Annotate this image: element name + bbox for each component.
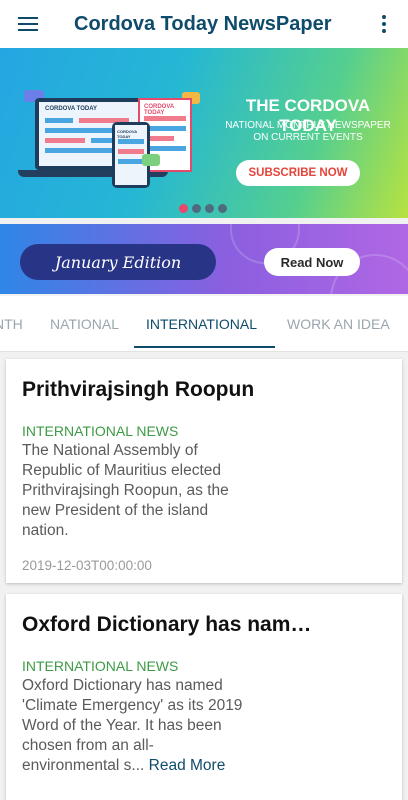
category-tabs: NTH NATIONAL INTERNATIONAL WORK AN IDEA <box>0 296 408 352</box>
chat-bubble-icon <box>142 154 160 166</box>
edition-banner[interactable]: January Edition Read Now <box>0 224 408 294</box>
read-now-button[interactable]: Read Now <box>264 248 360 276</box>
hamburger-icon <box>18 17 38 31</box>
tab-month[interactable]: NTH <box>0 296 23 351</box>
article-card[interactable]: Oxford Dictionary has named 'Climate Eme… <box>6 594 402 800</box>
subscribe-button[interactable]: SUBSCRIBE NOW <box>236 160 360 186</box>
hero-subtitle: NATIONAL MONTHLY NEWSPAPER ON CURRENT EV… <box>218 120 398 144</box>
tab-national[interactable]: NATIONAL <box>50 296 119 351</box>
tab-indicator <box>134 346 275 348</box>
carousel-indicator <box>179 204 227 213</box>
article-date: 2019-12-03T00:00:00 <box>22 558 152 573</box>
carousel-dot[interactable] <box>218 204 227 213</box>
carousel-dot[interactable] <box>205 204 214 213</box>
laptop-mini-label: CORDOVA TODAY <box>45 106 98 112</box>
article-feed[interactable]: Prithvirajsingh Roopun INTERNATIONAL NEW… <box>0 352 408 800</box>
carousel-dot[interactable] <box>192 204 201 213</box>
tab-work-an-idea[interactable]: WORK AN IDEA <box>287 296 390 351</box>
article-title: Oxford Dictionary has named 'Climate Eme… <box>22 613 322 636</box>
article-title: Prithvirajsingh Roopun <box>22 378 255 401</box>
article-category: INTERNATIONAL NEWS <box>22 423 179 439</box>
edition-title: January Edition <box>54 252 182 272</box>
hero-banner[interactable]: CORDOVA TODAY CORDOVA TODAY CORDOVA TODA… <box>0 48 408 218</box>
hero-subtitle-line2: ON CURRENT EVENTS <box>253 132 363 143</box>
article-summary: The National Assembly of Republic of Mau… <box>22 442 229 539</box>
tab-international[interactable]: INTERNATIONAL <box>146 296 257 351</box>
paper-mini-label: CORDOVA TODAY <box>144 104 174 116</box>
app-title: Cordova Today NewsPaper <box>74 12 332 35</box>
carousel-dot[interactable] <box>179 204 188 213</box>
phone-mini-label: CORDOVA TODAY <box>117 129 137 139</box>
app-bar: Cordova Today NewsPaper <box>0 0 408 48</box>
more-vertical-icon[interactable] <box>360 0 408 48</box>
article-summary: Oxford Dictionary has named 'Climate Eme… <box>22 676 248 776</box>
article-category: INTERNATIONAL NEWS <box>22 658 179 674</box>
menu-button[interactable] <box>0 0 56 48</box>
article-card[interactable]: Prithvirajsingh Roopun INTERNATIONAL NEW… <box>6 359 402 583</box>
hero-subtitle-line1: NATIONAL MONTHLY NEWSPAPER <box>225 120 391 131</box>
read-more-link[interactable]: Read More <box>149 757 226 774</box>
